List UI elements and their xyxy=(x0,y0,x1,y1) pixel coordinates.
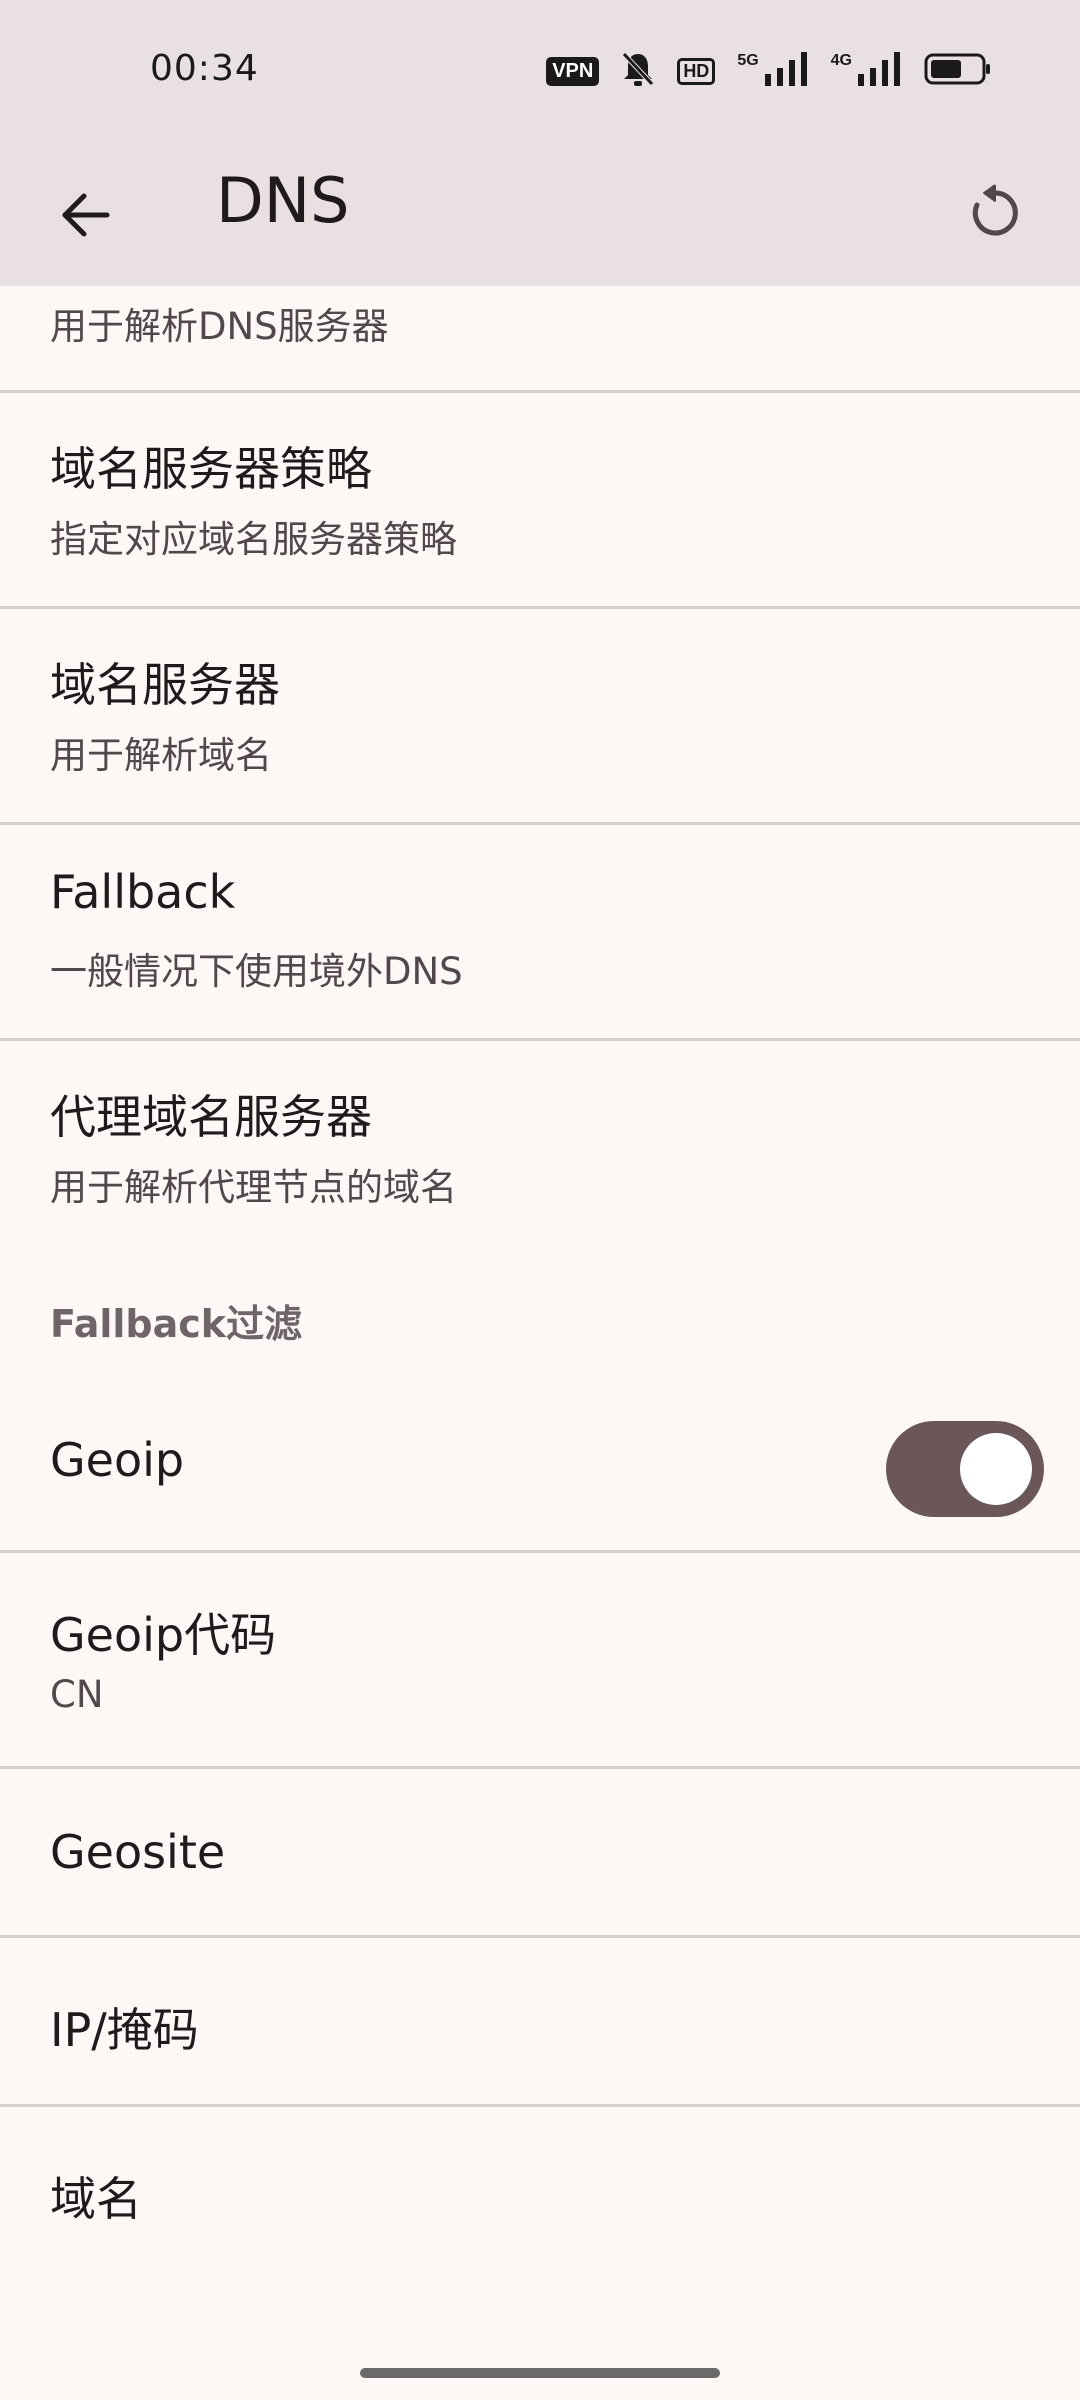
item-title: 域名 xyxy=(50,2172,142,2226)
signal-5g-icon xyxy=(764,52,809,90)
item-title: 域名服务器 xyxy=(50,658,280,712)
vpn-icon: VPN xyxy=(546,56,600,86)
item-subtitle: 用于解析域名 xyxy=(50,734,272,777)
settings-list: 用于解析DNS服务器 域名服务器策略 指定对应域名服务器策略 域名服务器 用于解… xyxy=(0,286,1080,2276)
network-5g-label: 5G xyxy=(737,52,759,69)
status-time: 00:34 xyxy=(150,48,259,89)
list-item-nameserver[interactable]: 域名服务器 用于解析域名 xyxy=(0,609,1080,825)
item-subtitle: 指定对应域名服务器策略 xyxy=(50,518,457,561)
item-subtitle: 用于解析代理节点的域名 xyxy=(50,1166,457,1209)
item-title: Geosite xyxy=(50,1825,226,1879)
list-item-fallback[interactable]: Fallback 一般情况下使用境外DNS xyxy=(0,825,1080,1041)
arrow-left-icon xyxy=(62,193,110,237)
item-title: Geoip xyxy=(50,1433,185,1487)
toggle-knob xyxy=(960,1433,1032,1505)
list-item-ip-mask[interactable]: IP/掩码 xyxy=(0,1938,1080,2107)
item-title: Fallback xyxy=(50,865,236,919)
item-title: 域名服务器策略 xyxy=(50,442,372,496)
signal-4g-icon xyxy=(858,52,902,90)
item-subtitle: 一般情况下使用境外DNS xyxy=(50,950,463,993)
section-header-fallback-filter: Fallback过滤 xyxy=(0,1257,1080,1377)
bell-off-icon xyxy=(621,51,655,91)
status-icons: VPN HD 5G 4G xyxy=(546,52,992,90)
item-title: Geoip代码 xyxy=(50,1608,277,1662)
network-4g-label: 4G xyxy=(830,52,852,69)
reset-button[interactable] xyxy=(950,168,1040,258)
list-item-nameserver-policy[interactable]: 域名服务器策略 指定对应域名服务器策略 xyxy=(0,393,1080,609)
list-item-geoip-code[interactable]: Geoip代码 CN xyxy=(0,1553,1080,1769)
battery-icon xyxy=(924,53,992,89)
list-item-domain[interactable]: 域名 xyxy=(0,2107,1080,2276)
section-title: Fallback过滤 xyxy=(50,1302,303,1346)
status-bar: 00:34 VPN HD 5G 4G xyxy=(0,0,1080,140)
list-item-geosite[interactable]: Geosite xyxy=(0,1769,1080,1938)
hd-voice-icon: HD xyxy=(677,57,716,85)
list-item-dns-server-resolver[interactable]: 用于解析DNS服务器 xyxy=(0,286,1080,393)
app-bar: DNS xyxy=(0,140,1080,286)
home-indicator[interactable] xyxy=(360,2368,720,2378)
list-item-proxy-nameserver[interactable]: 代理域名服务器 用于解析代理节点的域名 xyxy=(0,1041,1080,1257)
reset-icon xyxy=(972,184,1018,236)
list-item-geoip[interactable]: Geoip xyxy=(0,1377,1080,1553)
page-title: DNS xyxy=(216,164,350,237)
item-subtitle: CN xyxy=(50,1673,104,1716)
item-title: IP/掩码 xyxy=(50,2003,199,2057)
item-title: 代理域名服务器 xyxy=(50,1090,372,1144)
geoip-toggle[interactable] xyxy=(886,1421,1044,1517)
item-subtitle: 用于解析DNS服务器 xyxy=(50,305,389,348)
back-button[interactable] xyxy=(40,170,130,260)
